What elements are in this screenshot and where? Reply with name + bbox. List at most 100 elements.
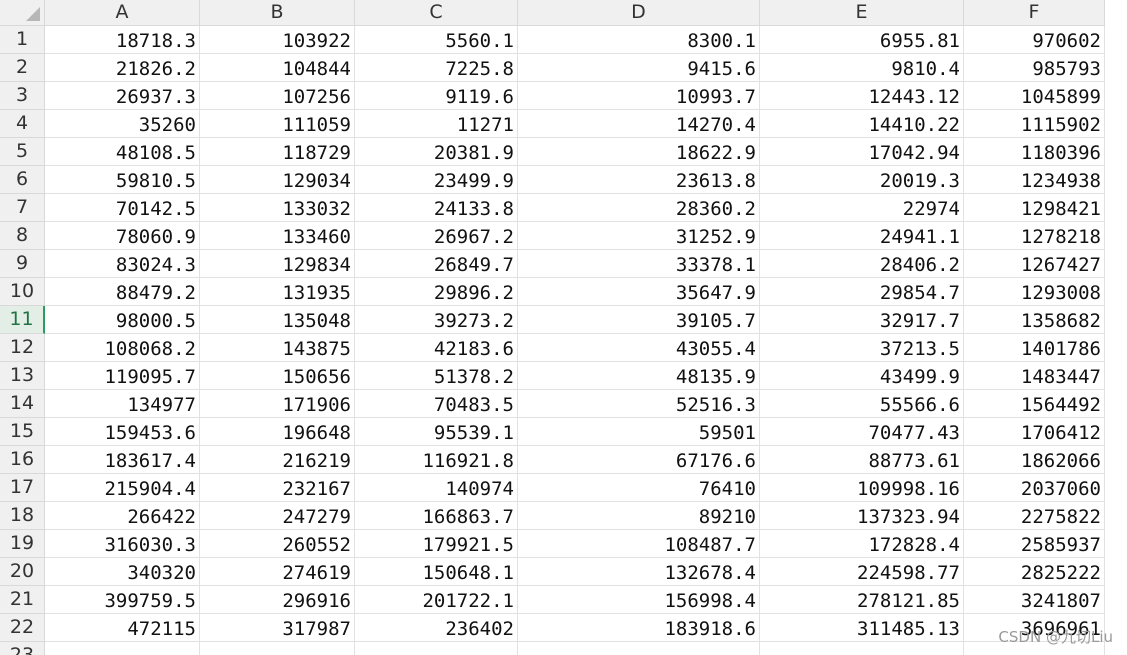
cell-f20[interactable]: 2825222 (964, 558, 1105, 586)
cell-f4[interactable]: 1115902 (964, 110, 1105, 138)
cell-b9[interactable]: 129834 (200, 250, 355, 278)
cell-d6[interactable]: 23613.8 (518, 166, 760, 194)
cell-a4[interactable]: 35260 (45, 110, 200, 138)
cell-b18[interactable]: 247279 (200, 502, 355, 530)
cell-e18[interactable]: 137323.94 (760, 502, 964, 530)
row-header-11[interactable]: 11 (0, 306, 45, 334)
cell-e8[interactable]: 24941.1 (760, 222, 964, 250)
cell-b21[interactable]: 296916 (200, 586, 355, 614)
cell-c15[interactable]: 95539.1 (355, 418, 518, 446)
cell-e5[interactable]: 17042.94 (760, 138, 964, 166)
cell-c8[interactable]: 26967.2 (355, 222, 518, 250)
cell-b19[interactable]: 260552 (200, 530, 355, 558)
cell-e10[interactable]: 29854.7 (760, 278, 964, 306)
cell-d13[interactable]: 48135.9 (518, 362, 760, 390)
row-header-16[interactable]: 16 (0, 446, 45, 474)
cell-e1[interactable]: 6955.81 (760, 26, 964, 54)
column-header-d[interactable]: D (518, 0, 760, 26)
cell-c17[interactable]: 140974 (355, 474, 518, 502)
row-header-22[interactable]: 22 (0, 614, 45, 642)
cell-f13[interactable]: 1483447 (964, 362, 1105, 390)
row-header-4[interactable]: 4 (0, 110, 45, 138)
cell-f2[interactable]: 985793 (964, 54, 1105, 82)
row-header-14[interactable]: 14 (0, 390, 45, 418)
row-header-19[interactable]: 19 (0, 530, 45, 558)
column-header-f[interactable]: F (964, 0, 1105, 26)
cell-d16[interactable]: 67176.6 (518, 446, 760, 474)
cell-b15[interactable]: 196648 (200, 418, 355, 446)
cell-a9[interactable]: 83024.3 (45, 250, 200, 278)
cell-f17[interactable]: 2037060 (964, 474, 1105, 502)
cell-c14[interactable]: 70483.5 (355, 390, 518, 418)
cell-d5[interactable]: 18622.9 (518, 138, 760, 166)
cell-d19[interactable]: 108487.7 (518, 530, 760, 558)
cell-a19[interactable]: 316030.3 (45, 530, 200, 558)
cell-e20[interactable]: 224598.77 (760, 558, 964, 586)
column-header-e[interactable]: E (760, 0, 964, 26)
cell-c10[interactable]: 29896.2 (355, 278, 518, 306)
cell-e2[interactable]: 9810.4 (760, 54, 964, 82)
cell-e12[interactable]: 37213.5 (760, 334, 964, 362)
cell-d22[interactable]: 183918.6 (518, 614, 760, 642)
cell-e19[interactable]: 172828.4 (760, 530, 964, 558)
row-header-13[interactable]: 13 (0, 362, 45, 390)
cell-c1[interactable]: 5560.1 (355, 26, 518, 54)
cell-a7[interactable]: 70142.5 (45, 194, 200, 222)
row-header-3[interactable]: 3 (0, 82, 45, 110)
cell-a18[interactable]: 266422 (45, 502, 200, 530)
cell-a17[interactable]: 215904.4 (45, 474, 200, 502)
cell-f9[interactable]: 1267427 (964, 250, 1105, 278)
row-header-17[interactable]: 17 (0, 474, 45, 502)
cell-c13[interactable]: 51378.2 (355, 362, 518, 390)
cell-b3[interactable]: 107256 (200, 82, 355, 110)
cell-e16[interactable]: 88773.61 (760, 446, 964, 474)
cell-f1[interactable]: 970602 (964, 26, 1105, 54)
cell-d7[interactable]: 28360.2 (518, 194, 760, 222)
row-header-21[interactable]: 21 (0, 586, 45, 614)
cell-b16[interactable]: 216219 (200, 446, 355, 474)
cell-e22[interactable]: 311485.13 (760, 614, 964, 642)
cell-e11[interactable]: 32917.7 (760, 306, 964, 334)
cell-d2[interactable]: 9415.6 (518, 54, 760, 82)
cell-b4[interactable]: 111059 (200, 110, 355, 138)
cell-b7[interactable]: 133032 (200, 194, 355, 222)
cell-a1[interactable]: 18718.3 (45, 26, 200, 54)
cell-b14[interactable]: 171906 (200, 390, 355, 418)
cell-d18[interactable]: 89210 (518, 502, 760, 530)
row-header-1[interactable]: 1 (0, 26, 45, 54)
cell-c21[interactable]: 201722.1 (355, 586, 518, 614)
cell-d20[interactable]: 132678.4 (518, 558, 760, 586)
cell-c20[interactable]: 150648.1 (355, 558, 518, 586)
cell-e9[interactable]: 28406.2 (760, 250, 964, 278)
cell-f5[interactable]: 1180396 (964, 138, 1105, 166)
cell-a3[interactable]: 26937.3 (45, 82, 200, 110)
cell-a5[interactable]: 48108.5 (45, 138, 200, 166)
cell-b5[interactable]: 118729 (200, 138, 355, 166)
cell-f18[interactable]: 2275822 (964, 502, 1105, 530)
cell-e4[interactable]: 14410.22 (760, 110, 964, 138)
cell-f15[interactable]: 1706412 (964, 418, 1105, 446)
row-header-12[interactable]: 12 (0, 334, 45, 362)
cell-a22[interactable]: 472115 (45, 614, 200, 642)
cell-e15[interactable]: 70477.43 (760, 418, 964, 446)
row-header-7[interactable]: 7 (0, 194, 45, 222)
cell-e3[interactable]: 12443.12 (760, 82, 964, 110)
cell-a14[interactable]: 134977 (45, 390, 200, 418)
cell-f3[interactable]: 1045899 (964, 82, 1105, 110)
cell-c6[interactable]: 23499.9 (355, 166, 518, 194)
cell-f21[interactable]: 3241807 (964, 586, 1105, 614)
cell-d3[interactable]: 10993.7 (518, 82, 760, 110)
spreadsheet-grid[interactable]: ABCDEF 1 2 3 4 5 6 7 8 9 10 11 12 13 14 15 16 17 18 19 20 21… (0, 0, 1127, 655)
cell-d11[interactable]: 39105.7 (518, 306, 760, 334)
cell-c12[interactable]: 42183.6 (355, 334, 518, 362)
cell-f14[interactable]: 1564492 (964, 390, 1105, 418)
row-header-8[interactable]: 8 (0, 222, 45, 250)
cell-a23[interactable] (45, 642, 200, 655)
cell-a6[interactable]: 59810.5 (45, 166, 200, 194)
cell-b11[interactable]: 135048 (200, 306, 355, 334)
cell-c11[interactable]: 39273.2 (355, 306, 518, 334)
column-header-a[interactable]: A (45, 0, 200, 26)
cell-c2[interactable]: 7225.8 (355, 54, 518, 82)
cell-c7[interactable]: 24133.8 (355, 194, 518, 222)
cell-f7[interactable]: 1298421 (964, 194, 1105, 222)
